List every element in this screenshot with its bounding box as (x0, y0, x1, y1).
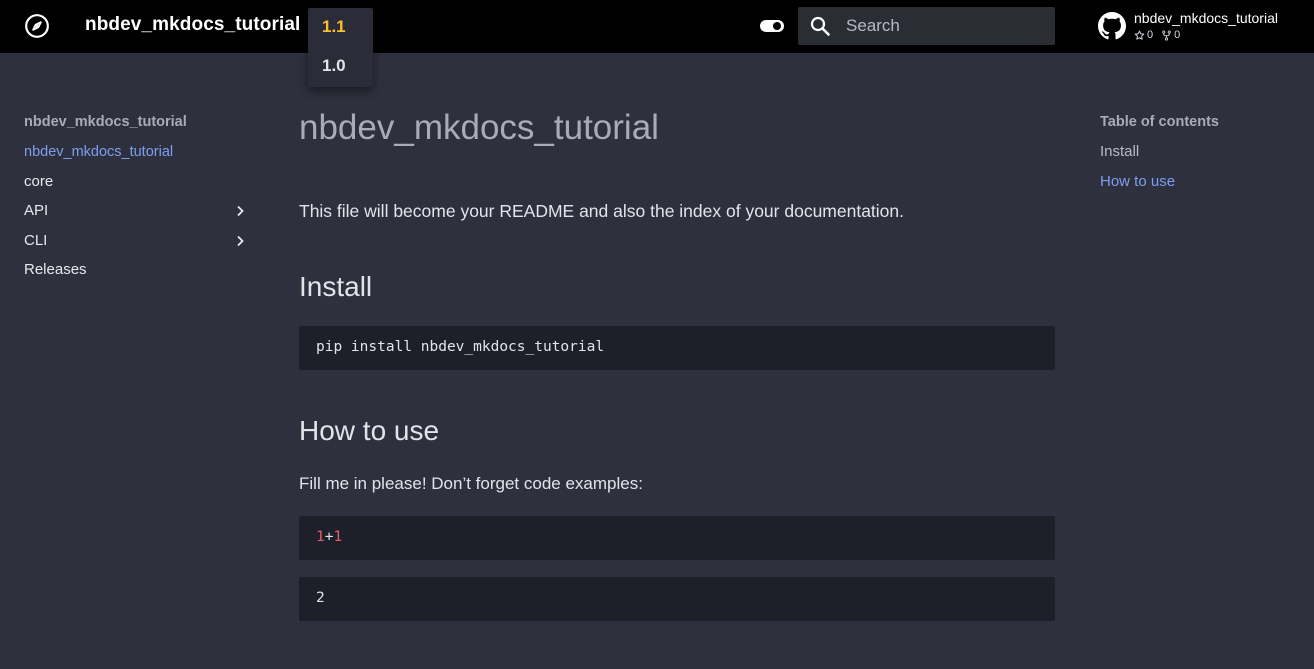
github-icon (1098, 12, 1126, 40)
table-of-contents: Table of contents Install How to use (1100, 110, 1300, 199)
search-input[interactable] (846, 7, 1046, 45)
sidebar-item-releases[interactable]: Releases (24, 258, 254, 288)
sidebar-item-home[interactable]: nbdev_mkdocs_tutorial (24, 140, 254, 170)
sidebar-nav: nbdev_mkdocs_tutorial nbdev_mkdocs_tutor… (24, 110, 254, 288)
sidebar-item-core[interactable]: core (24, 170, 254, 200)
code-example-block[interactable]: 1+1 (299, 516, 1055, 560)
howto-heading: How to use (299, 415, 440, 446)
version-item-current[interactable]: 1.1 (322, 17, 346, 37)
sidebar-item-api[interactable]: API (24, 199, 254, 229)
search-box[interactable] (798, 7, 1055, 45)
star-count: 0 (1147, 29, 1154, 41)
chevron-right-icon[interactable] (232, 203, 248, 219)
code-output-block[interactable]: 2 (299, 577, 1055, 621)
install-code-block[interactable]: pip install nbdev_mkdocs_tutorial (299, 326, 1055, 370)
sidebar-item-label: API (24, 202, 49, 220)
toc-item-how-to-use[interactable]: How to use (1100, 170, 1300, 200)
repo-facts: 0 0 (1134, 29, 1188, 41)
repo-link[interactable]: nbdev_mkdocs_tutorial 0 0 (1098, 10, 1298, 46)
compass-icon[interactable] (24, 13, 50, 39)
top-header: nbdev_mkdocs_tutorial 1.1 1.0 nbdev_mkdo… (0, 0, 1314, 87)
site-title[interactable]: nbdev_mkdocs_tutorial (85, 14, 300, 36)
code-token-number: 1 (333, 529, 343, 545)
theme-toggle-icon[interactable] (759, 17, 785, 35)
code-output: 2 (316, 590, 325, 606)
sidebar-title: nbdev_mkdocs_tutorial (24, 114, 187, 130)
search-icon (810, 16, 830, 36)
repo-name: nbdev_mkdocs_tutorial (1134, 10, 1278, 26)
page-title: nbdev_mkdocs_tutorial (299, 108, 659, 147)
toc-title: Table of contents (1100, 114, 1219, 130)
intro-paragraph: This file will become your README and al… (299, 201, 905, 221)
install-heading: Install (299, 271, 373, 302)
howto-paragraph: Fill me in please! Don’t forget code exa… (299, 474, 643, 493)
install-code: pip install nbdev_mkdocs_tutorial (316, 339, 605, 355)
sidebar-item-label: CLI (24, 231, 48, 249)
fork-icon (1162, 30, 1171, 40)
version-item-previous[interactable]: 1.0 (322, 56, 346, 76)
toc-item-install[interactable]: Install (1100, 140, 1300, 170)
version-dropdown[interactable]: 1.1 1.0 (308, 8, 373, 87)
code-token-number: 1 (316, 529, 325, 545)
fork-count: 0 (1174, 29, 1181, 41)
sidebar-item-cli[interactable]: CLI (24, 229, 254, 259)
chevron-right-icon[interactable] (232, 233, 248, 249)
star-icon (1134, 30, 1145, 40)
